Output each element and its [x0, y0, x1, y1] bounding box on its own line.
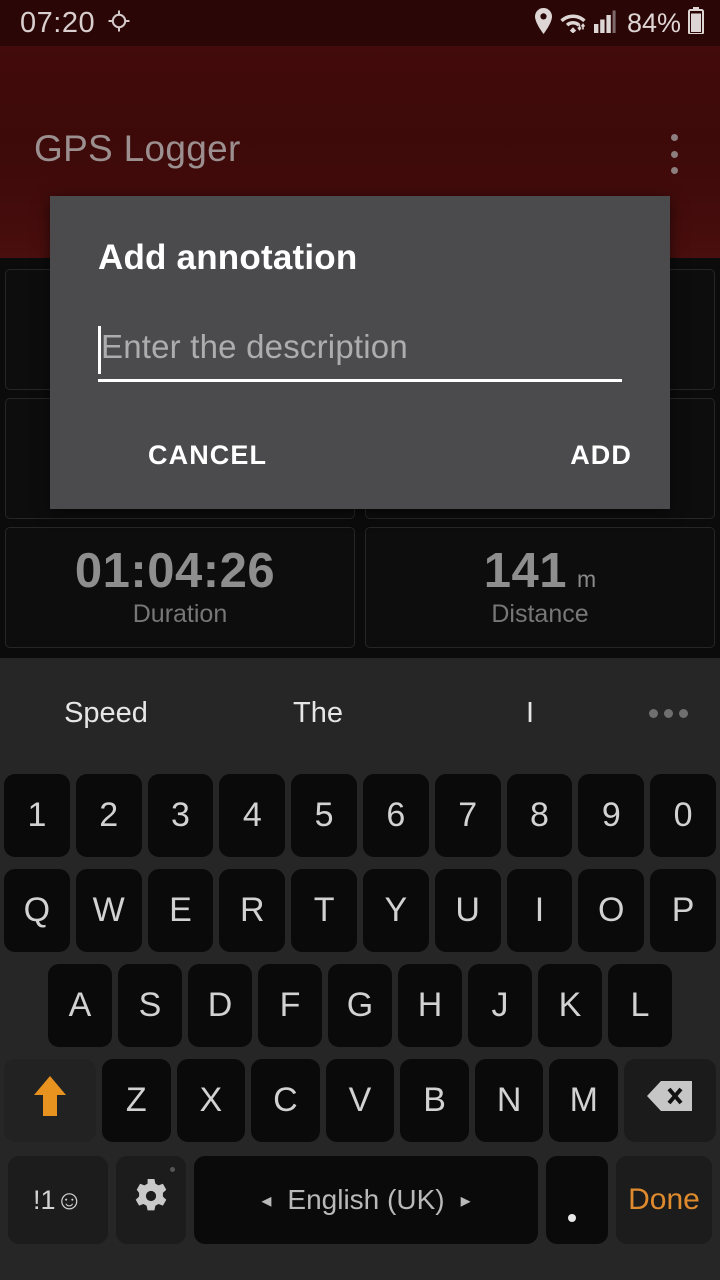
suggestion-item[interactable]: I	[424, 698, 636, 728]
status-bar-right: 84%	[534, 7, 704, 39]
period-key[interactable]	[546, 1156, 608, 1244]
key-p[interactable]: P	[650, 869, 716, 952]
cancel-button[interactable]: CANCEL	[146, 434, 269, 477]
overflow-dot	[670, 134, 678, 141]
key-o[interactable]: O	[578, 869, 645, 952]
location-pin-icon	[534, 7, 553, 39]
key-b[interactable]: B	[400, 1059, 469, 1142]
key-z[interactable]: Z	[102, 1059, 171, 1142]
add-button[interactable]: ADD	[568, 434, 634, 477]
keyboard-row-numbers: 1 2 3 4 5 6 7 8 9 0	[0, 768, 720, 863]
overflow-dot	[670, 167, 678, 174]
input-underline	[98, 379, 622, 382]
overflow-dot	[670, 150, 678, 158]
backspace-key[interactable]	[624, 1059, 717, 1142]
status-bar: 07:20 84%	[0, 0, 720, 46]
page-title: GPS Logger	[34, 128, 241, 169]
key-6[interactable]: 6	[362, 774, 429, 857]
more-dot	[663, 708, 673, 718]
battery-icon	[688, 7, 704, 39]
key-l[interactable]: L	[608, 964, 672, 1047]
suggestion-bar: Speed The I	[0, 658, 720, 768]
key-d[interactable]: D	[188, 964, 252, 1047]
more-dot	[648, 708, 658, 718]
next-language-icon[interactable]: ▸	[461, 1188, 471, 1213]
stat-card-distance[interactable]: 141 m Distance	[365, 527, 715, 648]
key-t[interactable]: T	[291, 869, 357, 952]
key-f[interactable]: F	[258, 964, 322, 1047]
key-3[interactable]: 3	[147, 774, 214, 857]
stat-card-duration[interactable]: 01:04:26 Duration	[5, 527, 355, 648]
keyboard-row-bottom-letters: Z X C V B N M	[0, 1053, 720, 1148]
status-bar-left: 07:20	[20, 6, 131, 39]
backspace-icon	[646, 1079, 694, 1122]
dialog-title: Add annotation	[98, 238, 358, 277]
key-r[interactable]: R	[219, 869, 286, 952]
done-key[interactable]: Done	[616, 1156, 712, 1244]
key-m[interactable]: M	[549, 1059, 619, 1142]
duration-label: Duration	[132, 599, 228, 628]
period-glyph	[568, 1214, 576, 1222]
key-e[interactable]: E	[147, 869, 214, 952]
shift-key[interactable]	[4, 1059, 96, 1142]
phone-screen: 07:20 84% GPS Logger 01:04:26 Duration 1…	[0, 0, 720, 1280]
space-key-label: ◂ English (UK) ▸	[261, 1184, 470, 1216]
status-time: 07:20	[20, 6, 96, 39]
distance-unit: m	[577, 565, 597, 592]
distance-value: 141	[483, 543, 568, 598]
shift-up-arrow-icon	[30, 1072, 70, 1129]
keyboard-row-home: A S D F G H J K L	[0, 958, 720, 1053]
suggestion-item[interactable]: The	[212, 698, 424, 728]
key-0[interactable]: 0	[650, 774, 716, 857]
key-5[interactable]: 5	[291, 774, 357, 857]
space-key[interactable]: ◂ English (UK) ▸	[194, 1156, 538, 1244]
battery-percent-label: 84%	[626, 7, 681, 38]
key-8[interactable]: 8	[506, 774, 573, 857]
gear-icon	[132, 1177, 170, 1224]
description-placeholder: Enter the description	[101, 328, 408, 365]
key-y[interactable]: Y	[362, 869, 429, 952]
more-suggestions-icon[interactable]	[640, 708, 696, 718]
key-v[interactable]: V	[325, 1059, 395, 1142]
key-9[interactable]: 9	[578, 774, 645, 857]
prev-language-icon[interactable]: ◂	[261, 1188, 271, 1213]
key-c[interactable]: C	[251, 1059, 320, 1142]
duration-value: 01:04:26	[74, 543, 276, 598]
key-x[interactable]: X	[176, 1059, 246, 1142]
keyboard-row-qwerty: Q W E R T Y U I O P	[0, 863, 720, 958]
settings-badge-dot	[170, 1167, 175, 1172]
key-i[interactable]: I	[506, 869, 573, 952]
key-w[interactable]: W	[75, 869, 142, 952]
stat-value-row: 01:04:26	[74, 543, 285, 598]
keyboard-row-function: !1☺ ◂ English (UK) ▸ Done	[0, 1148, 720, 1252]
cellular-signal-icon	[593, 9, 620, 38]
gps-crosshair-icon	[107, 9, 131, 38]
stat-value-row: 141 m	[483, 543, 597, 598]
key-a[interactable]: A	[48, 964, 112, 1047]
key-7[interactable]: 7	[434, 774, 501, 857]
add-annotation-dialog: Add annotation Enter the description CAN…	[50, 196, 670, 509]
key-j[interactable]: J	[468, 964, 532, 1047]
symbols-key[interactable]: !1☺	[8, 1156, 108, 1244]
symbols-key-label: !1☺	[32, 1184, 84, 1215]
distance-label: Distance	[491, 599, 589, 628]
key-u[interactable]: U	[434, 869, 501, 952]
key-4[interactable]: 4	[219, 774, 286, 857]
on-screen-keyboard: Speed The I 1 2 3 4 5 6 7 8 9 0 Q W E R	[0, 658, 720, 1280]
key-1[interactable]: 1	[4, 774, 70, 857]
key-q[interactable]: Q	[4, 869, 70, 952]
suggestion-item[interactable]: Speed	[0, 698, 212, 728]
key-h[interactable]: H	[398, 964, 462, 1047]
overflow-menu-icon[interactable]	[656, 130, 692, 178]
current-language-label: English (UK)	[287, 1184, 445, 1215]
settings-key[interactable]	[116, 1156, 186, 1244]
key-s[interactable]: S	[118, 964, 182, 1047]
key-k[interactable]: K	[538, 964, 602, 1047]
key-2[interactable]: 2	[75, 774, 142, 857]
key-n[interactable]: N	[474, 1059, 544, 1142]
wifi-icon	[560, 9, 587, 38]
more-dot	[678, 708, 688, 718]
key-g[interactable]: G	[328, 964, 392, 1047]
description-input[interactable]: Enter the description	[98, 320, 622, 382]
